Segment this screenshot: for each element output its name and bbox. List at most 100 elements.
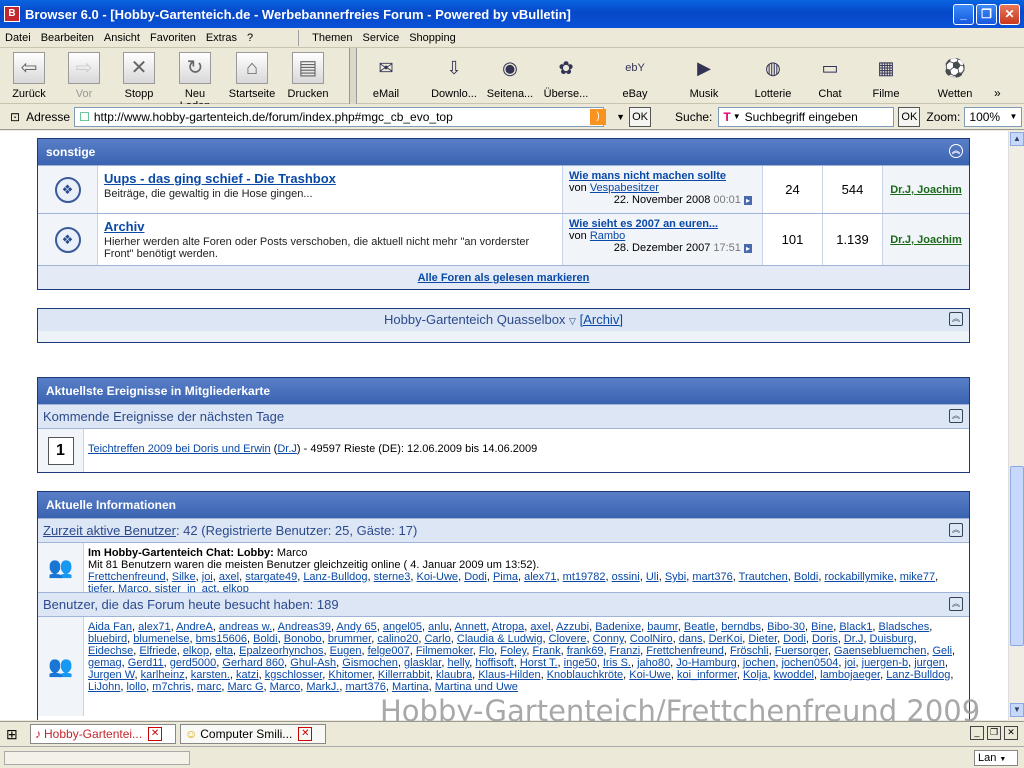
user-link[interactable]: Koi-Uwe xyxy=(416,571,458,583)
user-link[interactable]: ossini xyxy=(612,571,640,583)
tab-close-all-icon[interactable]: ✕ xyxy=(1004,726,1018,740)
user-link[interactable]: Uli xyxy=(646,571,659,583)
user-link[interactable]: Lanz-Bulldog xyxy=(303,571,367,583)
forum-title-link[interactable]: Uups - das ging schief - Die Trashbox xyxy=(104,171,336,186)
service-film[interactable]: ▦ Filme xyxy=(854,54,918,100)
user-link[interactable]: mart376 xyxy=(692,571,732,583)
user-link[interactable]: Silke xyxy=(172,571,196,583)
toolbar-more-chevron-icon[interactable]: » xyxy=(994,86,1001,100)
user-link[interactable]: Dodi xyxy=(464,571,487,583)
user-link[interactable]: Epalzeorhynchos xyxy=(239,645,323,657)
scroll-up-icon[interactable]: ▲ xyxy=(1010,132,1024,146)
user-link[interactable]: Killerrabbit xyxy=(378,669,430,681)
user-link[interactable]: alex71 xyxy=(524,571,556,583)
user-link[interactable]: Dieter xyxy=(748,633,777,645)
goto-last-post-icon[interactable]: ▸ xyxy=(743,244,752,253)
vertical-scrollbar[interactable]: ▲ ▼ xyxy=(1008,131,1024,720)
user-link[interactable]: gemag xyxy=(88,657,122,669)
user-link[interactable]: Knoblauchkröte xyxy=(547,669,623,681)
user-link[interactable]: Ghul-Ash xyxy=(290,657,336,669)
user-link[interactable]: anlu xyxy=(428,621,449,633)
user-link[interactable]: jaho80 xyxy=(637,657,670,669)
menu-bearbeiten[interactable]: Bearbeiten xyxy=(36,32,99,44)
rss-icon[interactable]: ) xyxy=(590,108,607,125)
user-link[interactable]: DerKoi xyxy=(709,633,743,645)
last-post-author[interactable]: Rambo xyxy=(590,230,625,242)
user-link[interactable]: bluebird xyxy=(88,633,127,645)
collapse-icon[interactable]: ︽ xyxy=(949,144,963,158)
user-link[interactable]: Andreas39 xyxy=(278,621,331,633)
user-link[interactable]: Gaensebluemchen xyxy=(834,645,926,657)
quasselbox-dropdown-icon[interactable]: ▽ xyxy=(569,316,576,326)
user-link[interactable]: jochen0504 xyxy=(781,657,838,669)
user-link[interactable]: calino20 xyxy=(377,633,418,645)
back-button[interactable]: ⇦ Zurück xyxy=(4,52,54,100)
user-link[interactable]: Black1 xyxy=(839,621,872,633)
service-seitena[interactable]: ◉ Seitena... xyxy=(478,54,542,100)
close-button[interactable]: ✕ xyxy=(999,4,1020,25)
active-users-link[interactable]: Zurzeit aktive Benutzer xyxy=(43,523,176,538)
user-link[interactable]: Martina xyxy=(392,681,429,693)
last-post-link[interactable]: Wie mans nicht machen sollte xyxy=(569,170,726,182)
menu-ansicht[interactable]: Ansicht xyxy=(99,32,145,44)
user-link[interactable]: Eidechse xyxy=(88,645,133,657)
user-link[interactable]: Frettchenfreund xyxy=(88,571,166,583)
menu-service[interactable]: Service xyxy=(358,32,405,44)
user-link[interactable]: Aida Fan xyxy=(88,621,132,633)
user-link[interactable]: klaubra xyxy=(436,669,472,681)
user-link[interactable]: Marco xyxy=(270,681,301,693)
minimize-button[interactable]: _ xyxy=(953,4,974,25)
last-post-author[interactable]: Vespabesitzer xyxy=(590,182,659,194)
user-link[interactable]: Khitomer xyxy=(328,669,371,681)
user-link[interactable]: Atropa xyxy=(492,621,524,633)
user-link[interactable]: Martina und Uwe xyxy=(435,681,518,693)
collapse-icon[interactable]: ︽ xyxy=(949,409,963,423)
user-link[interactable]: Clovere xyxy=(549,633,587,645)
user-link[interactable]: Doris xyxy=(812,633,838,645)
user-link[interactable]: Annett xyxy=(454,621,486,633)
url-input[interactable]: ☐ http://www.hobby-gartenteich.de/forum/… xyxy=(74,106,605,127)
user-link[interactable]: kgschlosser xyxy=(265,669,322,681)
user-link[interactable]: lambojaeger xyxy=(820,669,880,681)
user-link[interactable]: Franzi xyxy=(610,645,641,657)
scroll-down-icon[interactable]: ▼ xyxy=(1010,703,1024,717)
search-input[interactable]: T ▼ Suchbegriff eingeben xyxy=(718,106,895,127)
user-link[interactable]: Bibo-30 xyxy=(767,621,805,633)
user-link[interactable]: Trautchen xyxy=(739,571,788,583)
user-link[interactable]: Boldi xyxy=(253,633,277,645)
user-link[interactable]: Duisburg xyxy=(870,633,914,645)
search-go-button[interactable]: OK xyxy=(898,106,921,127)
user-link[interactable]: dans xyxy=(679,633,703,645)
user-link[interactable]: Dr.J xyxy=(844,633,864,645)
service-translate[interactable]: ✿ Überse... xyxy=(534,54,598,100)
menu-extras[interactable]: Extras xyxy=(201,32,242,44)
user-link[interactable]: Conny xyxy=(593,633,624,645)
user-link[interactable]: hoffisoft xyxy=(475,657,513,669)
user-link[interactable]: Gismochen xyxy=(342,657,398,669)
user-link[interactable]: mt19782 xyxy=(563,571,606,583)
user-link[interactable]: baumr xyxy=(647,621,678,633)
user-link[interactable]: brummer xyxy=(328,633,371,645)
user-link[interactable]: angel05 xyxy=(383,621,422,633)
user-link[interactable]: Andy 65 xyxy=(336,621,376,633)
user-link[interactable]: inge50 xyxy=(564,657,597,669)
collapse-icon[interactable]: ︽ xyxy=(949,523,963,537)
home-button[interactable]: ⌂ Startseite xyxy=(227,52,277,100)
menu-shopping[interactable]: Shopping xyxy=(404,32,461,44)
user-link[interactable]: CoolNiro xyxy=(630,633,673,645)
user-link[interactable]: Fuersorger xyxy=(775,645,828,657)
service-ebay[interactable]: ebY eBay xyxy=(603,54,667,100)
user-link[interactable]: Eugen xyxy=(330,645,362,657)
tab-minimize-icon[interactable]: _ xyxy=(970,726,984,740)
forward-button[interactable]: ⇨ Vor xyxy=(59,52,109,100)
user-link[interactable]: axel xyxy=(219,571,239,583)
menu-help[interactable]: ? xyxy=(242,32,258,44)
user-link[interactable]: Carlo xyxy=(424,633,450,645)
user-link[interactable]: AndreA xyxy=(176,621,213,633)
user-link[interactable]: Bladsches xyxy=(878,621,929,633)
connection-select[interactable]: Lan ▼ xyxy=(974,750,1018,766)
user-link[interactable]: Jurgen W xyxy=(88,669,134,681)
user-link[interactable]: Foley xyxy=(500,645,526,657)
user-link[interactable]: koi_informer xyxy=(677,669,737,681)
user-link[interactable]: axel xyxy=(530,621,550,633)
